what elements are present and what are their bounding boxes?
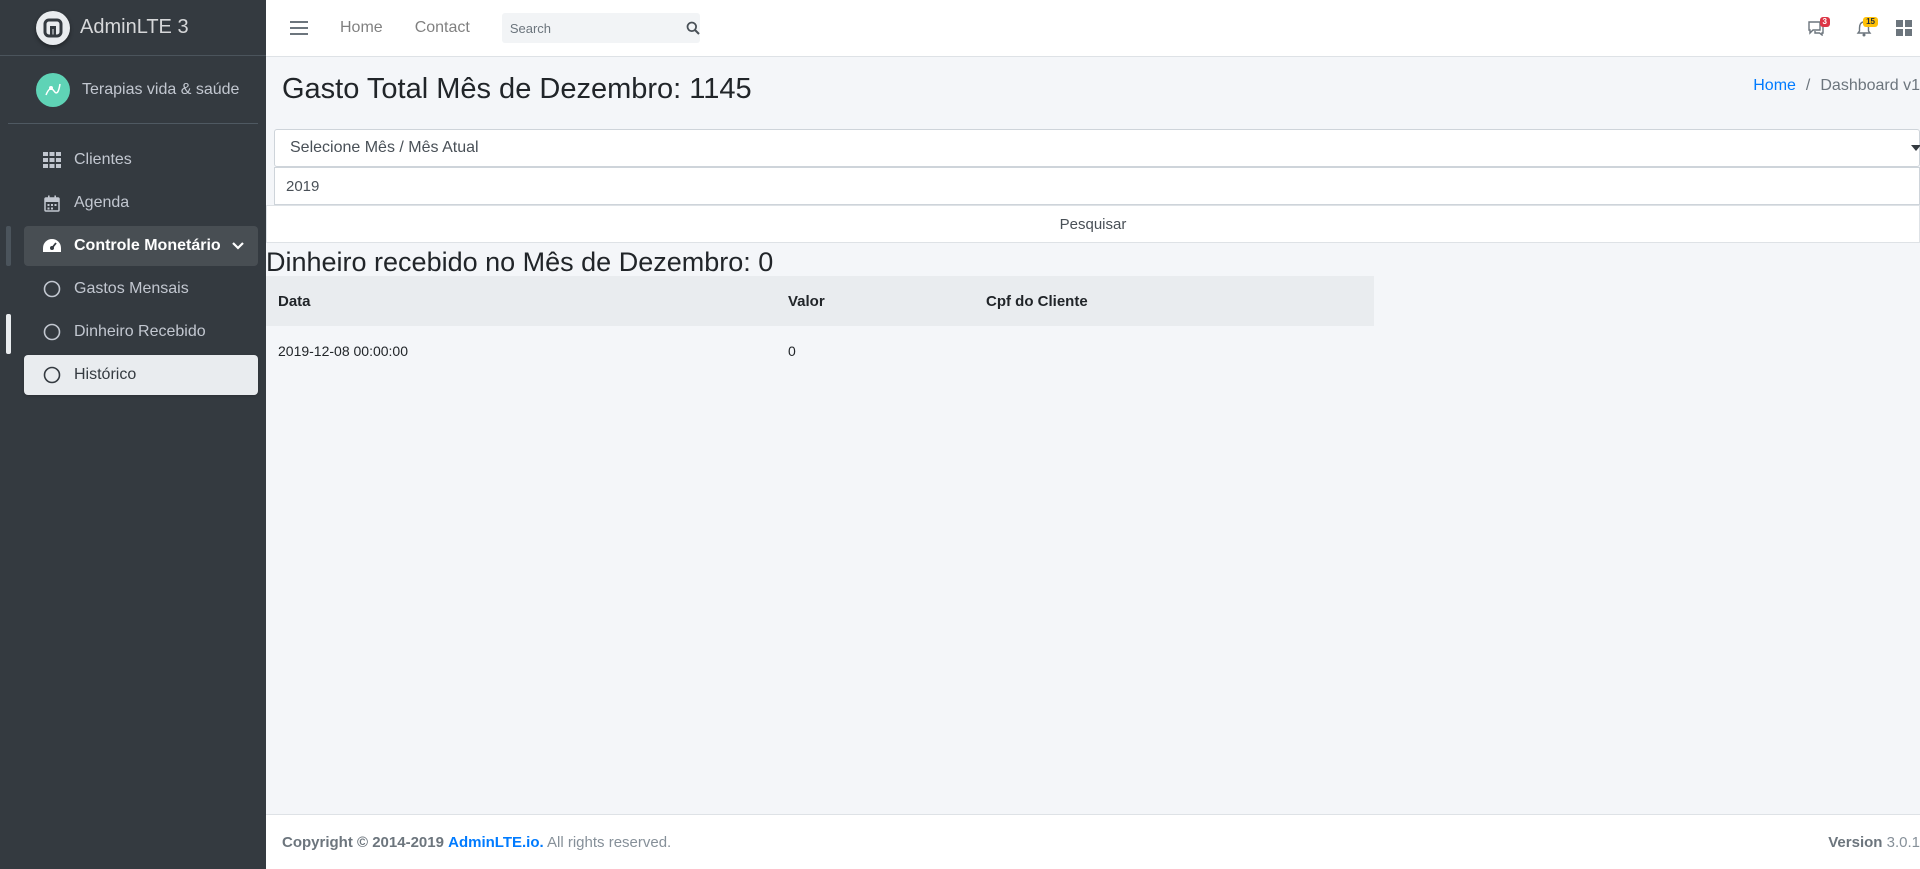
navbar-search — [501, 13, 700, 43]
column-header-valor: Valor — [776, 276, 974, 326]
rights-text: All rights reserved. — [547, 833, 672, 851]
sidebar-item-label: Histórico — [74, 366, 137, 383]
nav-link-contact[interactable]: Contact — [415, 19, 470, 37]
column-header-data: Data — [266, 276, 776, 326]
notifications-badge: 15 — [1863, 17, 1878, 27]
user-avatar — [36, 72, 70, 107]
circle-icon — [42, 365, 62, 385]
breadcrumb-separator: / — [1805, 77, 1811, 94]
active-marker — [6, 314, 11, 354]
sidebar-item-historico[interactable]: Histórico — [24, 355, 258, 395]
brand-text: AdminLTE 3 — [80, 16, 189, 38]
filter-form: Selecione Mês / Mês Atual 2019 — [274, 129, 1920, 205]
notifications-button[interactable]: 15 — [1840, 0, 1888, 56]
page-title: Gasto Total Mês de Dezembro: 1145 — [282, 73, 752, 105]
messages-badge: 3 — [1819, 17, 1830, 27]
footer: Copyright © 2014-2019 AdminLTE.io. All r… — [266, 814, 1920, 869]
year-field-wrapper: 2019 — [274, 167, 1920, 205]
footer-version: Version 3.0.1 — [1828, 834, 1920, 851]
tachometer-icon — [42, 236, 62, 256]
messages-button[interactable]: 3 — [1792, 0, 1840, 56]
table-cell-cpf — [974, 326, 1374, 376]
version-label: Version — [1828, 833, 1883, 851]
received-table: Data Valor Cpf do Cliente 2019-12-08 00:… — [266, 276, 1374, 376]
user-name: Terapias vida & saúde — [82, 80, 240, 98]
table-cell-data: 2019-12-08 00:00:00 — [278, 343, 408, 359]
breadcrumb-home[interactable]: Home — [1753, 77, 1796, 94]
search-icon[interactable] — [686, 13, 700, 43]
section-marker — [6, 226, 11, 266]
sidebar-item-gastos-mensais[interactable]: Gastos Mensais — [24, 269, 258, 309]
top-navbar: Home Contact 3 15 — [266, 0, 1920, 57]
column-header-cpf: Cpf do Cliente — [974, 276, 1374, 326]
table-cell-valor: 0 — [788, 343, 796, 359]
sidebar-item-label: Controle Monetário — [74, 237, 221, 254]
breadcrumb-current: Dashboard v1 — [1820, 77, 1920, 94]
breadcrumb: Home / Dashboard v1 — [1753, 77, 1920, 95]
brand-logo-icon — [36, 10, 70, 45]
brand-link[interactable]: AdminLTE 3 — [0, 0, 266, 56]
search-button[interactable]: Pesquisar — [266, 205, 1920, 243]
calendar-icon — [42, 193, 62, 213]
footer-copyright: Copyright © 2014-2019 AdminLTE.io. All r… — [282, 834, 671, 851]
sidebar-item-dinheiro-recebido[interactable]: Dinheiro Recebido — [24, 312, 258, 352]
copyright-text: Copyright © 2014-2019 — [282, 833, 444, 851]
search-input[interactable] — [501, 13, 686, 43]
sidebar-item-controle-monetario[interactable]: Controle Monetário — [24, 226, 258, 266]
grid-icon — [1896, 20, 1912, 36]
month-select[interactable]: Selecione Mês / Mês Atual — [274, 129, 1920, 167]
year-field[interactable]: 2019 — [286, 178, 319, 195]
sidebar-item-label: Gastos Mensais — [74, 280, 189, 297]
table-row: 2019-12-08 00:00:00 0 — [266, 326, 1374, 376]
table-header-row: Data Valor Cpf do Cliente — [266, 276, 1374, 326]
table-icon — [42, 150, 62, 170]
circle-icon — [42, 322, 62, 342]
chevron-down-icon — [232, 238, 244, 256]
sidebar-item-label: Agenda — [74, 194, 130, 211]
main-content: Gasto Total Mês de Dezembro: 1145 Home / D… — [266, 57, 1920, 814]
month-select-value: Selecione Mês / Mês Atual — [290, 139, 479, 156]
user-panel[interactable]: Terapias vida & saúde — [8, 56, 258, 124]
circle-icon — [42, 279, 62, 299]
control-sidebar-button[interactable] — [1888, 0, 1920, 56]
navbar-right: 3 15 — [1792, 0, 1920, 56]
received-title: Dinheiro recebido no Mês de Dezembro: 0 — [266, 247, 774, 277]
caret-down-icon — [1911, 145, 1920, 151]
sidebar-item-clientes[interactable]: Clientes — [24, 140, 258, 180]
sidebar-item-label: Dinheiro Recebido — [74, 323, 206, 340]
menu-toggle-icon[interactable] — [290, 21, 308, 35]
footer-brand-link[interactable]: AdminLTE.io. — [448, 834, 544, 851]
sidebar-item-label: Clientes — [74, 151, 132, 168]
sidebar-nav: Clientes Agenda Controle Monetário Gasto… — [0, 140, 266, 395]
version-number: 3.0.1 — [1886, 833, 1920, 851]
sidebar-item-agenda[interactable]: Agenda — [24, 183, 258, 223]
sidebar: AdminLTE 3 Terapias vida & saúde Cliente… — [0, 0, 266, 869]
nav-link-home[interactable]: Home — [340, 19, 383, 37]
